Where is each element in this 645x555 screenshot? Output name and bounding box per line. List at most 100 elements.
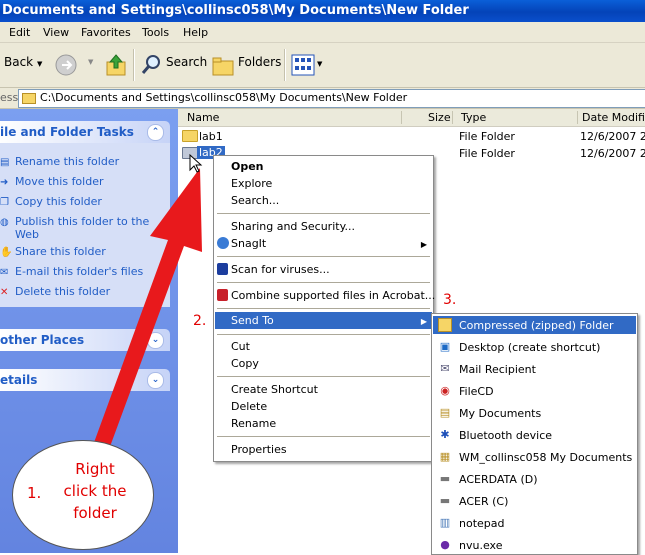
ctx-search[interactable]: Search... xyxy=(231,194,279,207)
ctx-cut[interactable]: Cut xyxy=(231,340,250,353)
move-folder-task[interactable]: ➜ Move this folder xyxy=(0,175,104,188)
delete-folder-label: Delete this folder xyxy=(15,285,111,298)
step-1-label: 1. xyxy=(27,484,42,502)
send-to-compressed[interactable]: Compressed (zipped) Folder xyxy=(459,319,613,332)
address-value: C:\Documents and Settings\collinsc058\My… xyxy=(40,91,408,104)
send-to-mail[interactable]: Mail Recipient xyxy=(459,363,536,376)
up-folder-icon[interactable] xyxy=(104,52,128,78)
folders-button[interactable]: Folders xyxy=(238,55,281,69)
column-size[interactable]: Size xyxy=(428,111,451,124)
forward-dropdown-icon[interactable]: ▼ xyxy=(88,58,93,66)
file-row[interactable]: lab1 File Folder 12/6/2007 2:3 xyxy=(178,128,645,144)
ctx-properties[interactable]: Properties xyxy=(231,443,287,456)
publish-web-label: Web xyxy=(15,228,39,241)
ctx-rename[interactable]: Rename xyxy=(231,417,276,430)
send-to-my-documents[interactable]: My Documents xyxy=(459,407,541,420)
menu-separator xyxy=(217,213,430,214)
address-input[interactable]: C:\Documents and Settings\collinsc058\My… xyxy=(18,89,645,108)
callout-line-2: click the xyxy=(63,482,127,500)
ctx-copy[interactable]: Copy xyxy=(231,357,259,370)
send-to-notepad[interactable]: notepad xyxy=(459,517,505,530)
other-places-title: other Places xyxy=(0,333,85,347)
file-modified: 12/6/2007 2:3 xyxy=(580,147,645,160)
file-type: File Folder xyxy=(459,147,515,160)
rename-folder-task[interactable]: ▤ Rename this folder xyxy=(0,155,119,168)
move-icon: ➜ xyxy=(0,177,9,188)
column-type[interactable]: Type xyxy=(461,111,486,124)
menu-tools[interactable]: Tools xyxy=(142,26,169,39)
folders-icon[interactable] xyxy=(211,53,237,77)
ctx-combine-acrobat[interactable]: Combine supported files in Acrobat... xyxy=(231,289,435,302)
publish-folder-task-web[interactable]: Web xyxy=(15,228,39,241)
column-header-row: Name Size Type Date Modified xyxy=(178,109,645,127)
ctx-explore[interactable]: Explore xyxy=(231,177,272,190)
shield-icon xyxy=(217,263,228,275)
email-folder-task[interactable]: ✉ E-mail this folder's files xyxy=(0,265,143,278)
send-to-nvu[interactable]: nvu.exe xyxy=(459,539,502,552)
send-to-acer-c[interactable]: ACER (C) xyxy=(459,495,508,508)
menu-separator xyxy=(217,308,430,309)
move-folder-label: Move this folder xyxy=(15,175,104,188)
send-to-desktop[interactable]: Desktop (create shortcut) xyxy=(459,341,600,354)
file-name: lab1 xyxy=(199,130,223,143)
collapse-icon[interactable]: ⌃ xyxy=(147,124,164,141)
menu-edit[interactable]: Edit xyxy=(9,26,30,39)
copy-folder-task[interactable]: ❐ Copy this folder xyxy=(0,195,102,208)
ctx-sharing-security[interactable]: Sharing and Security... xyxy=(231,220,355,233)
views-icon[interactable] xyxy=(291,54,315,76)
ctx-scan-viruses[interactable]: Scan for viruses... xyxy=(231,263,330,276)
back-button[interactable]: Back ▼ xyxy=(4,55,42,69)
submenu-arrow-icon: ▶ xyxy=(420,240,427,249)
send-to-filecd[interactable]: FileCD xyxy=(459,385,494,398)
ctx-snagit[interactable]: SnagIt xyxy=(231,237,266,250)
title-bar: Documents and Settings\collinsc058\My Do… xyxy=(0,0,645,22)
share-folder-label: Share this folder xyxy=(15,245,106,258)
ctx-delete[interactable]: Delete xyxy=(231,400,267,413)
window-title: Documents and Settings\collinsc058\My Do… xyxy=(2,3,469,18)
back-dropdown-icon[interactable]: ▼ xyxy=(37,60,42,68)
file-folder-tasks-header[interactable]: ile and Folder Tasks ⌃ xyxy=(0,121,170,143)
search-button[interactable]: Search xyxy=(166,55,207,69)
column-date-modified[interactable]: Date Modified xyxy=(582,111,645,124)
email-icon: ✉ xyxy=(0,267,9,278)
folder-icon xyxy=(22,93,36,104)
delete-folder-task[interactable]: ✕ Delete this folder xyxy=(0,285,110,298)
column-divider[interactable] xyxy=(401,111,402,124)
search-icon[interactable] xyxy=(140,53,164,77)
menu-view[interactable]: View xyxy=(43,26,69,39)
email-folder-label: E-mail this folder's files xyxy=(15,265,144,278)
share-folder-task[interactable]: ✋ Share this folder xyxy=(0,245,106,258)
callout-line-3: folder xyxy=(73,504,117,522)
folder-icon xyxy=(182,130,198,142)
bluetooth-icon: ✱ xyxy=(440,428,450,441)
send-to-bluetooth[interactable]: Bluetooth device xyxy=(459,429,552,442)
send-to-wm-documents[interactable]: WM_collinsc058 My Documents xyxy=(459,451,632,464)
forward-icon[interactable] xyxy=(54,53,80,77)
file-folder-tasks-body: ▤ Rename this folder ➜ Move this folder ❐ C… xyxy=(0,143,170,307)
other-places-header[interactable]: other Places ⌄ xyxy=(0,329,170,351)
toolbar-separator xyxy=(133,49,135,81)
expand-icon[interactable]: ⌄ xyxy=(147,372,164,389)
context-menu: Open Explore Search... Sharing and Secur… xyxy=(213,155,435,462)
ctx-send-to[interactable]: Send To xyxy=(231,314,274,327)
column-divider[interactable] xyxy=(452,111,453,124)
menu-favorites[interactable]: Favorites xyxy=(81,26,131,39)
file-type: File Folder xyxy=(459,130,515,143)
column-divider[interactable] xyxy=(577,111,578,124)
toolbar-separator xyxy=(284,49,286,81)
menu-separator xyxy=(217,436,430,437)
expand-icon[interactable]: ⌄ xyxy=(147,332,164,349)
copy-folder-label: Copy this folder xyxy=(15,195,102,208)
menu-separator xyxy=(217,256,430,257)
send-to-acerdata[interactable]: ACERDATA (D) xyxy=(459,473,538,486)
file-folder-tasks-title: ile and Folder Tasks xyxy=(0,125,134,139)
ctx-create-shortcut[interactable]: Create Shortcut xyxy=(231,383,318,396)
views-dropdown-icon[interactable]: ▼ xyxy=(317,60,322,68)
delete-icon: ✕ xyxy=(0,287,9,298)
details-header[interactable]: etails ⌄ xyxy=(0,369,170,391)
column-name[interactable]: Name xyxy=(187,111,219,124)
ctx-open[interactable]: Open xyxy=(231,160,264,173)
toolbar: Back ▼ ▼ Search Folders ▼ xyxy=(0,43,645,88)
publish-folder-task[interactable]: ◍ Publish this folder to the xyxy=(0,215,149,228)
menu-help[interactable]: Help xyxy=(183,26,208,39)
